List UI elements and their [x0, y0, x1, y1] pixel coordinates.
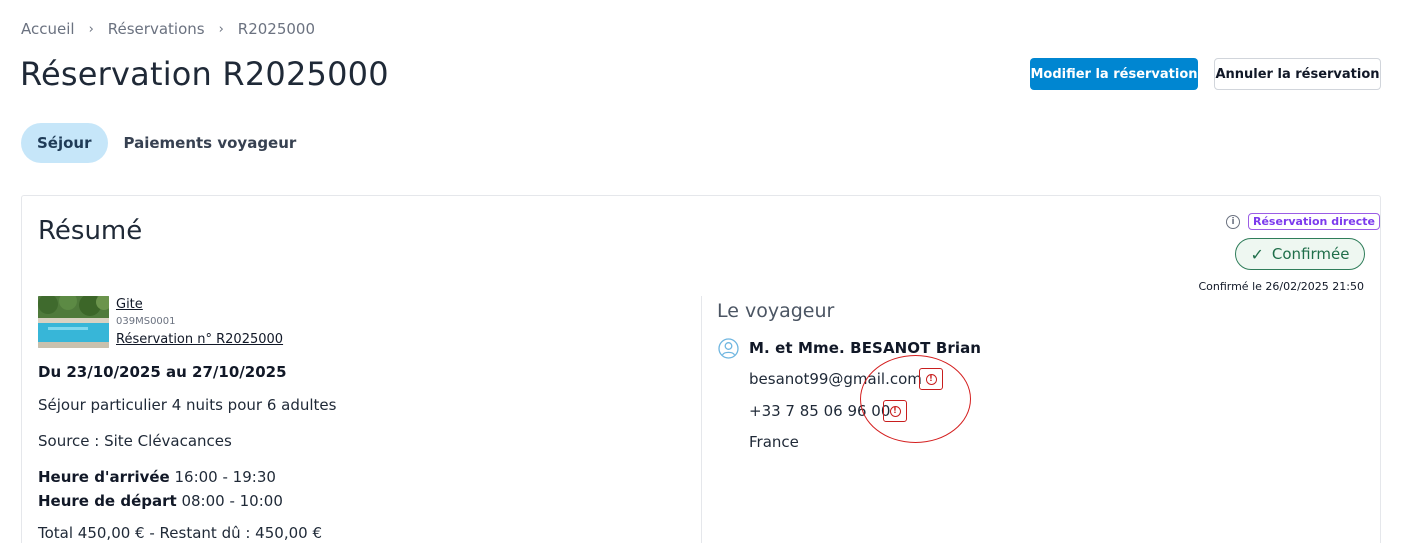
- info-icon[interactable]: i: [1226, 215, 1240, 229]
- cancel-reservation-button[interactable]: Annuler la réservation: [1214, 58, 1381, 90]
- chevron-right-icon: ›: [218, 21, 224, 37]
- guest-section-title: Le voyageur: [717, 300, 835, 322]
- breadcrumb-reservations-link[interactable]: Réservations: [108, 20, 205, 38]
- status-label: Confirmée: [1271, 245, 1350, 263]
- modify-reservation-button[interactable]: Modifier la réservation: [1030, 58, 1198, 90]
- arrival-value: 16:00 - 19:30: [174, 468, 276, 486]
- departure-label: Heure de départ: [38, 492, 177, 510]
- stay-dates: Du 23/10/2025 au 27/10/2025: [38, 363, 287, 381]
- breadcrumb: Accueil › Réservations › R2025000: [21, 20, 315, 38]
- column-divider: [701, 296, 702, 543]
- tab-sejour[interactable]: Séjour: [21, 123, 108, 163]
- summary-card: Résumé i Réservation directe ✓ Confirmée…: [21, 195, 1381, 543]
- chevron-right-icon: ›: [88, 21, 94, 37]
- property-thumbnail[interactable]: [38, 296, 109, 348]
- breadcrumb-home-link[interactable]: Accueil: [21, 20, 75, 38]
- departure-time: Heure de départ 08:00 - 10:00: [38, 492, 283, 510]
- status-badge: ✓ Confirmée: [1235, 238, 1365, 270]
- stay-description: Séjour particulier 4 nuits pour 6 adulte…: [38, 396, 337, 414]
- booking-source: Source : Site Clévacances: [38, 432, 232, 450]
- guest-country: France: [749, 433, 799, 451]
- confirmed-date: Confirmé le 26/02/2025 21:50: [1198, 280, 1364, 293]
- annotation-circle: [860, 355, 971, 443]
- departure-value: 08:00 - 10:00: [181, 492, 283, 510]
- channel-badge: Réservation directe: [1248, 213, 1380, 230]
- total-amount: Total 450,00 € - Restant dû : 450,00 €: [38, 524, 322, 542]
- check-icon: ✓: [1250, 244, 1264, 264]
- breadcrumb-current[interactable]: R2025000: [238, 20, 315, 38]
- person-icon: [718, 338, 739, 359]
- summary-title: Résumé: [38, 216, 143, 246]
- arrival-label: Heure d'arrivée: [38, 468, 170, 486]
- page-title: Réservation R2025000: [20, 55, 389, 93]
- arrival-time: Heure d'arrivée 16:00 - 19:30: [38, 468, 276, 486]
- tab-paiements-voyageur[interactable]: Paiements voyageur: [108, 123, 313, 163]
- reservation-number-link[interactable]: Réservation n° R2025000: [116, 332, 283, 347]
- tab-bar: Séjour Paiements voyageur: [21, 123, 312, 163]
- property-code: 039MS0001: [116, 316, 176, 327]
- property-name-link[interactable]: Gite: [116, 297, 143, 312]
- guest-name: M. et Mme. BESANOT Brian: [749, 339, 982, 357]
